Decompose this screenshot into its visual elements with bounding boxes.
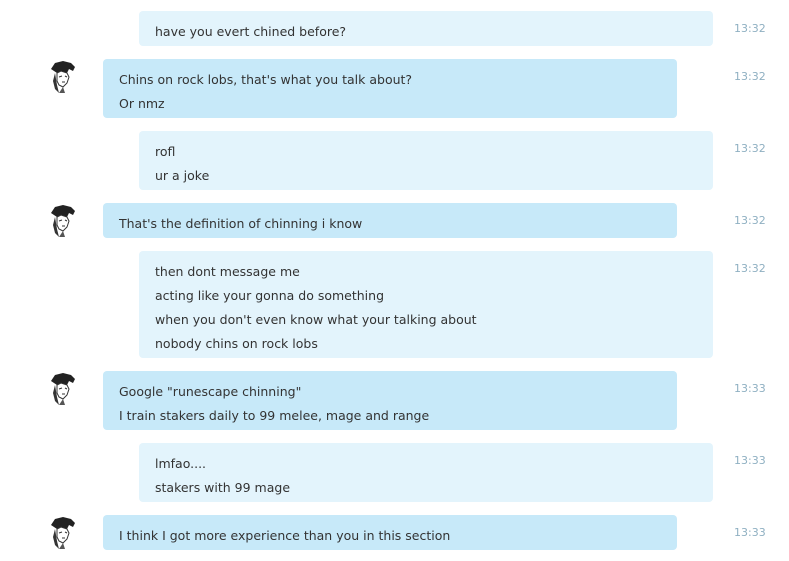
timestamp: 13:32	[734, 142, 766, 155]
message-text: nobody chins on rock lobs	[155, 336, 318, 351]
timestamp: 13:32	[734, 262, 766, 275]
timestamp: 13:33	[734, 454, 766, 467]
message-text: then dont message me	[155, 264, 300, 279]
message-text: acting like your gonna do something	[155, 288, 385, 303]
message-bubble-incoming: That's the definition of chinning i know	[103, 203, 677, 238]
message-text: ur a joke	[155, 168, 210, 183]
message-text: lmfao....	[155, 456, 207, 471]
timestamp: 13:32	[734, 70, 766, 83]
message-text: stakers with 99 mage	[155, 480, 291, 495]
message-text: rofl	[155, 144, 176, 159]
timestamp: 13:32	[734, 22, 766, 35]
message-text: I think I got more experience than you i…	[119, 528, 451, 543]
message-bubble-outgoing: lmfao.... stakers with 99 mage	[139, 443, 713, 502]
contact-avatar-icon[interactable]	[45, 515, 81, 551]
message-bubble-outgoing: then dont message me acting like your go…	[139, 251, 713, 358]
message-text: Google "runescape chinning"	[119, 384, 302, 399]
message-bubble-outgoing: rofl ur a joke	[139, 131, 713, 190]
timestamp: 13:33	[734, 382, 766, 395]
message-text: have you evert chined before?	[155, 24, 347, 39]
contact-avatar-icon[interactable]	[45, 59, 81, 95]
contact-avatar-icon[interactable]	[45, 371, 81, 407]
message-bubble-incoming: I think I got more experience than you i…	[103, 515, 677, 550]
message-text: when you don't even know what your talki…	[155, 312, 477, 327]
message-text: That's the definition of chinning i know	[119, 216, 363, 231]
message-text: I train stakers daily to 99 melee, mage …	[119, 408, 430, 423]
contact-avatar-icon[interactable]	[45, 203, 81, 239]
timestamp: 13:32	[734, 214, 766, 227]
message-bubble-outgoing: have you evert chined before?	[139, 11, 713, 46]
message-text: Or nmz	[119, 96, 165, 111]
message-text: Chins on rock lobs, that's what you talk…	[119, 72, 413, 87]
timestamp: 13:33	[734, 526, 766, 539]
message-bubble-incoming: Google "runescape chinning" I train stak…	[103, 371, 677, 430]
message-bubble-incoming: Chins on rock lobs, that's what you talk…	[103, 59, 677, 118]
